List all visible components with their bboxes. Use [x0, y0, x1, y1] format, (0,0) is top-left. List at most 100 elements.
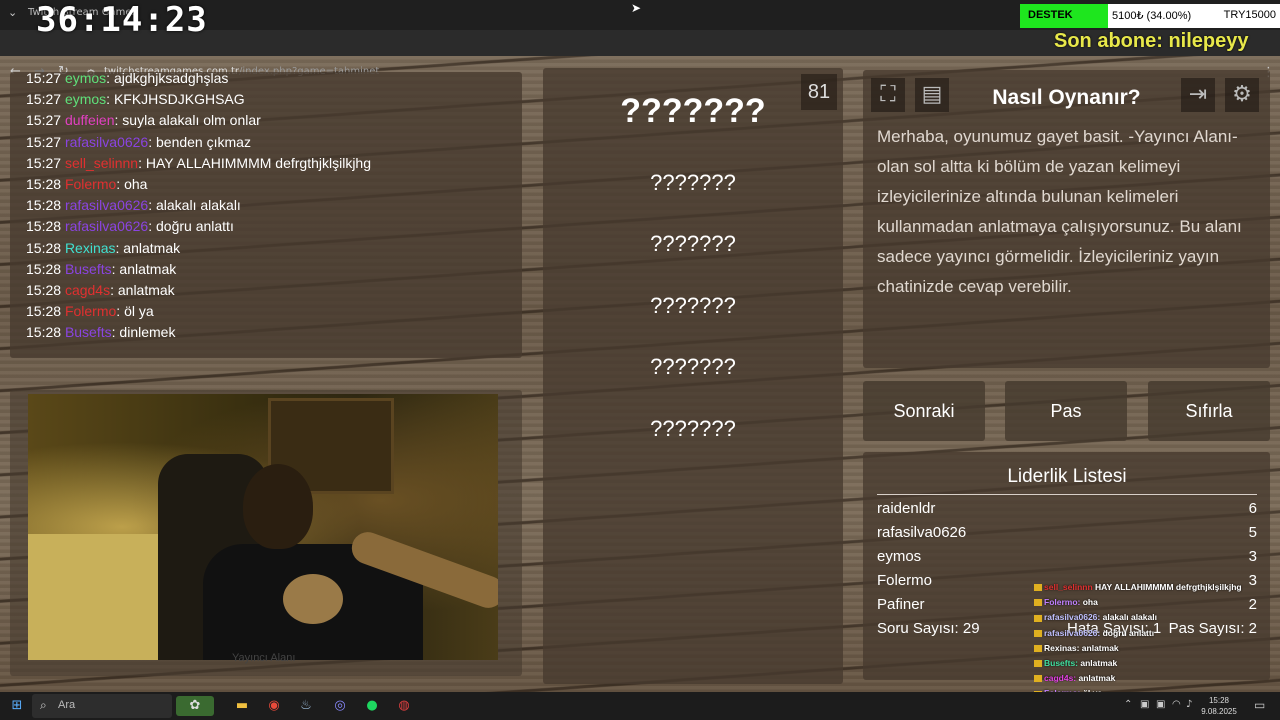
player-name: rafasilva0626: [877, 524, 967, 541]
tab-list-chevron-icon[interactable]: ⌄: [8, 6, 17, 19]
chat-message: 15:27 sell_selinnn: HAY ALLAHIMMMM defrg…: [26, 155, 371, 171]
donation-goal: TRY15000: [1223, 9, 1276, 21]
chat-username[interactable]: rafasilva0626: [65, 218, 148, 234]
chat-text: : doğru anlattı: [148, 218, 234, 235]
player-name: raidenldr: [877, 500, 936, 517]
webcam-video: [28, 394, 498, 660]
chat-message: 15:28 Folermo: oha: [26, 176, 147, 192]
leaderboard-row: rafasilva0626 5: [877, 524, 1257, 541]
chat-time: 15:27: [26, 112, 62, 129]
chat-time: 15:28: [26, 260, 62, 277]
taboo-word: ???????: [650, 354, 736, 379]
taskbar-clock[interactable]: 15:28 9.08.2025: [1196, 695, 1242, 717]
chat-username[interactable]: sell_selinnn: [65, 155, 138, 171]
tray-app-icon[interactable]: ▣: [1156, 699, 1165, 710]
overlay-chat-text: anlatmak: [1078, 658, 1118, 668]
chat-message: 15:27 eymos: ajdkghjksadghşlas: [26, 70, 228, 86]
chat-text: : benden çıkmaz: [148, 133, 251, 150]
badge-icon: [1034, 584, 1042, 592]
chat-username[interactable]: Busefts: [65, 261, 112, 277]
overlay-chat-message: rafasilva0626: doğru anlattı: [1034, 628, 1154, 638]
leaderboard-title: Liderlik Listesi: [877, 466, 1257, 495]
tray-chevron-icon[interactable]: ⌃: [1124, 699, 1132, 710]
target-word: ???????: [620, 92, 766, 130]
chrome-icon[interactable]: ◉: [264, 696, 284, 716]
badge-icon: [1034, 614, 1042, 622]
tray-app-icon[interactable]: ▣: [1140, 699, 1149, 710]
chat-text: : HAY ALLAHIMMMM defrgthjklşilkjhg: [138, 154, 371, 171]
donation-label: DESTEK: [1028, 9, 1073, 21]
chat-time: 15:28: [26, 324, 62, 341]
player-score: 2: [1248, 596, 1257, 613]
chat-text: : anlatmak: [111, 260, 177, 277]
overlay-chat-message: Rexinas: anlatmak: [1034, 643, 1119, 653]
player-name: Pafiner: [877, 596, 925, 613]
obs-icon[interactable]: ◍: [394, 696, 414, 716]
chat-time: 15:28: [26, 197, 62, 214]
mouse-cursor-icon: ➤: [631, 1, 642, 15]
volume-icon[interactable]: ♪: [1186, 699, 1192, 710]
chat-username[interactable]: duffeien: [65, 112, 115, 128]
overlay-chat-text: doğru anlattı: [1100, 627, 1155, 638]
overlay-chat-message: cagd4s: anlatmak: [1034, 673, 1115, 683]
clock-time: 15:28: [1208, 696, 1230, 705]
badge-icon: [1034, 645, 1042, 653]
chat-username[interactable]: eymos: [65, 70, 106, 86]
player-name: eymos: [877, 548, 922, 565]
overlay-chat-username: Busefts:: [1044, 658, 1079, 668]
notification-icon[interactable]: ▭: [1254, 698, 1265, 712]
overlay-chat-username: Rexinas:: [1044, 642, 1080, 653]
clock-date: 9.08.2025: [1201, 707, 1237, 716]
logout-icon[interactable]: ⇥: [1181, 78, 1215, 112]
reset-button[interactable]: Sıfırla: [1148, 381, 1270, 441]
chat-message: 15:28 Busefts: anlatmak: [26, 261, 176, 277]
chat-time: 15:28: [26, 218, 62, 235]
spotify-icon[interactable]: ●: [362, 696, 382, 716]
chat-username[interactable]: Busefts: [65, 324, 112, 340]
next-button[interactable]: Sonraki: [863, 381, 985, 441]
overlay-chat-username: rafasilva0626:: [1044, 627, 1101, 638]
taskbar-search-box[interactable]: [32, 694, 172, 718]
donation-value: 5100₺ (34.00%): [1112, 10, 1192, 22]
chat-username[interactable]: Folermo: [65, 303, 116, 319]
overlay-chat-message: rafasilva0626: alakalı alakalı: [1034, 612, 1157, 622]
chat-message: 15:28 Rexinas: anlatmak: [26, 240, 180, 256]
chat-time: 15:27: [26, 70, 62, 86]
windows-start-icon[interactable]: ⊞: [8, 696, 26, 716]
widgets-icon[interactable]: ✿: [176, 696, 214, 716]
chat-text: : dinlemek: [111, 324, 176, 341]
chat-username[interactable]: rafasilva0626: [65, 134, 148, 150]
chat-username[interactable]: Folermo: [65, 176, 116, 192]
chat-time: 15:28: [26, 239, 62, 256]
wifi-icon[interactable]: ◠: [1172, 699, 1181, 710]
player-score: 5: [1248, 524, 1257, 541]
badge-icon: [1034, 675, 1042, 683]
badge-icon: [1034, 599, 1042, 607]
gear-icon[interactable]: ⚙: [1225, 78, 1259, 112]
pass-button[interactable]: Pas: [1005, 381, 1127, 441]
chat-username[interactable]: cagd4s: [65, 282, 110, 298]
taboo-word: ???????: [650, 416, 736, 441]
chat-username[interactable]: eymos: [65, 91, 106, 107]
help-panel: ⛶ ▤ Nasıl Oynanır? ⇥ ⚙ Merhaba, oyunumuz…: [863, 70, 1270, 368]
overlay-chat-username: Folermo:: [1044, 597, 1081, 608]
donation-goal-bar: DESTEK 5100₺ (34.00%) TRY15000: [1020, 4, 1280, 28]
player-name: Folermo: [877, 572, 933, 589]
steam-icon[interactable]: ♨: [296, 696, 316, 716]
chat-time: 15:28: [26, 176, 62, 192]
taboo-word: ???????: [650, 170, 736, 195]
chat-username[interactable]: Rexinas: [65, 240, 116, 256]
leaderboard-row: eymos 3: [877, 548, 1257, 565]
chat-text: : anlatmak: [110, 282, 175, 298]
chat-text: : KFKJHSDJKGHSAG: [106, 91, 245, 108]
taboo-word: ???????: [650, 293, 736, 318]
chat-text: : alakalı alakalı: [148, 197, 241, 214]
discord-icon[interactable]: ◎: [330, 696, 350, 716]
file-explorer-icon[interactable]: ▬: [232, 696, 252, 716]
chat-username[interactable]: rafasilva0626: [65, 197, 148, 213]
webcam-panel: Yayıncı Alanı: [10, 390, 522, 676]
chat-message: 15:28 Folermo: öl ya: [26, 303, 154, 319]
player-score: 3: [1248, 548, 1257, 565]
chat-message: 15:28 rafasilva0626: alakalı alakalı: [26, 197, 241, 213]
chat-panel: 15:27 eymos: ajdkghjksadghşlas 15:27 eymo…: [10, 70, 522, 358]
